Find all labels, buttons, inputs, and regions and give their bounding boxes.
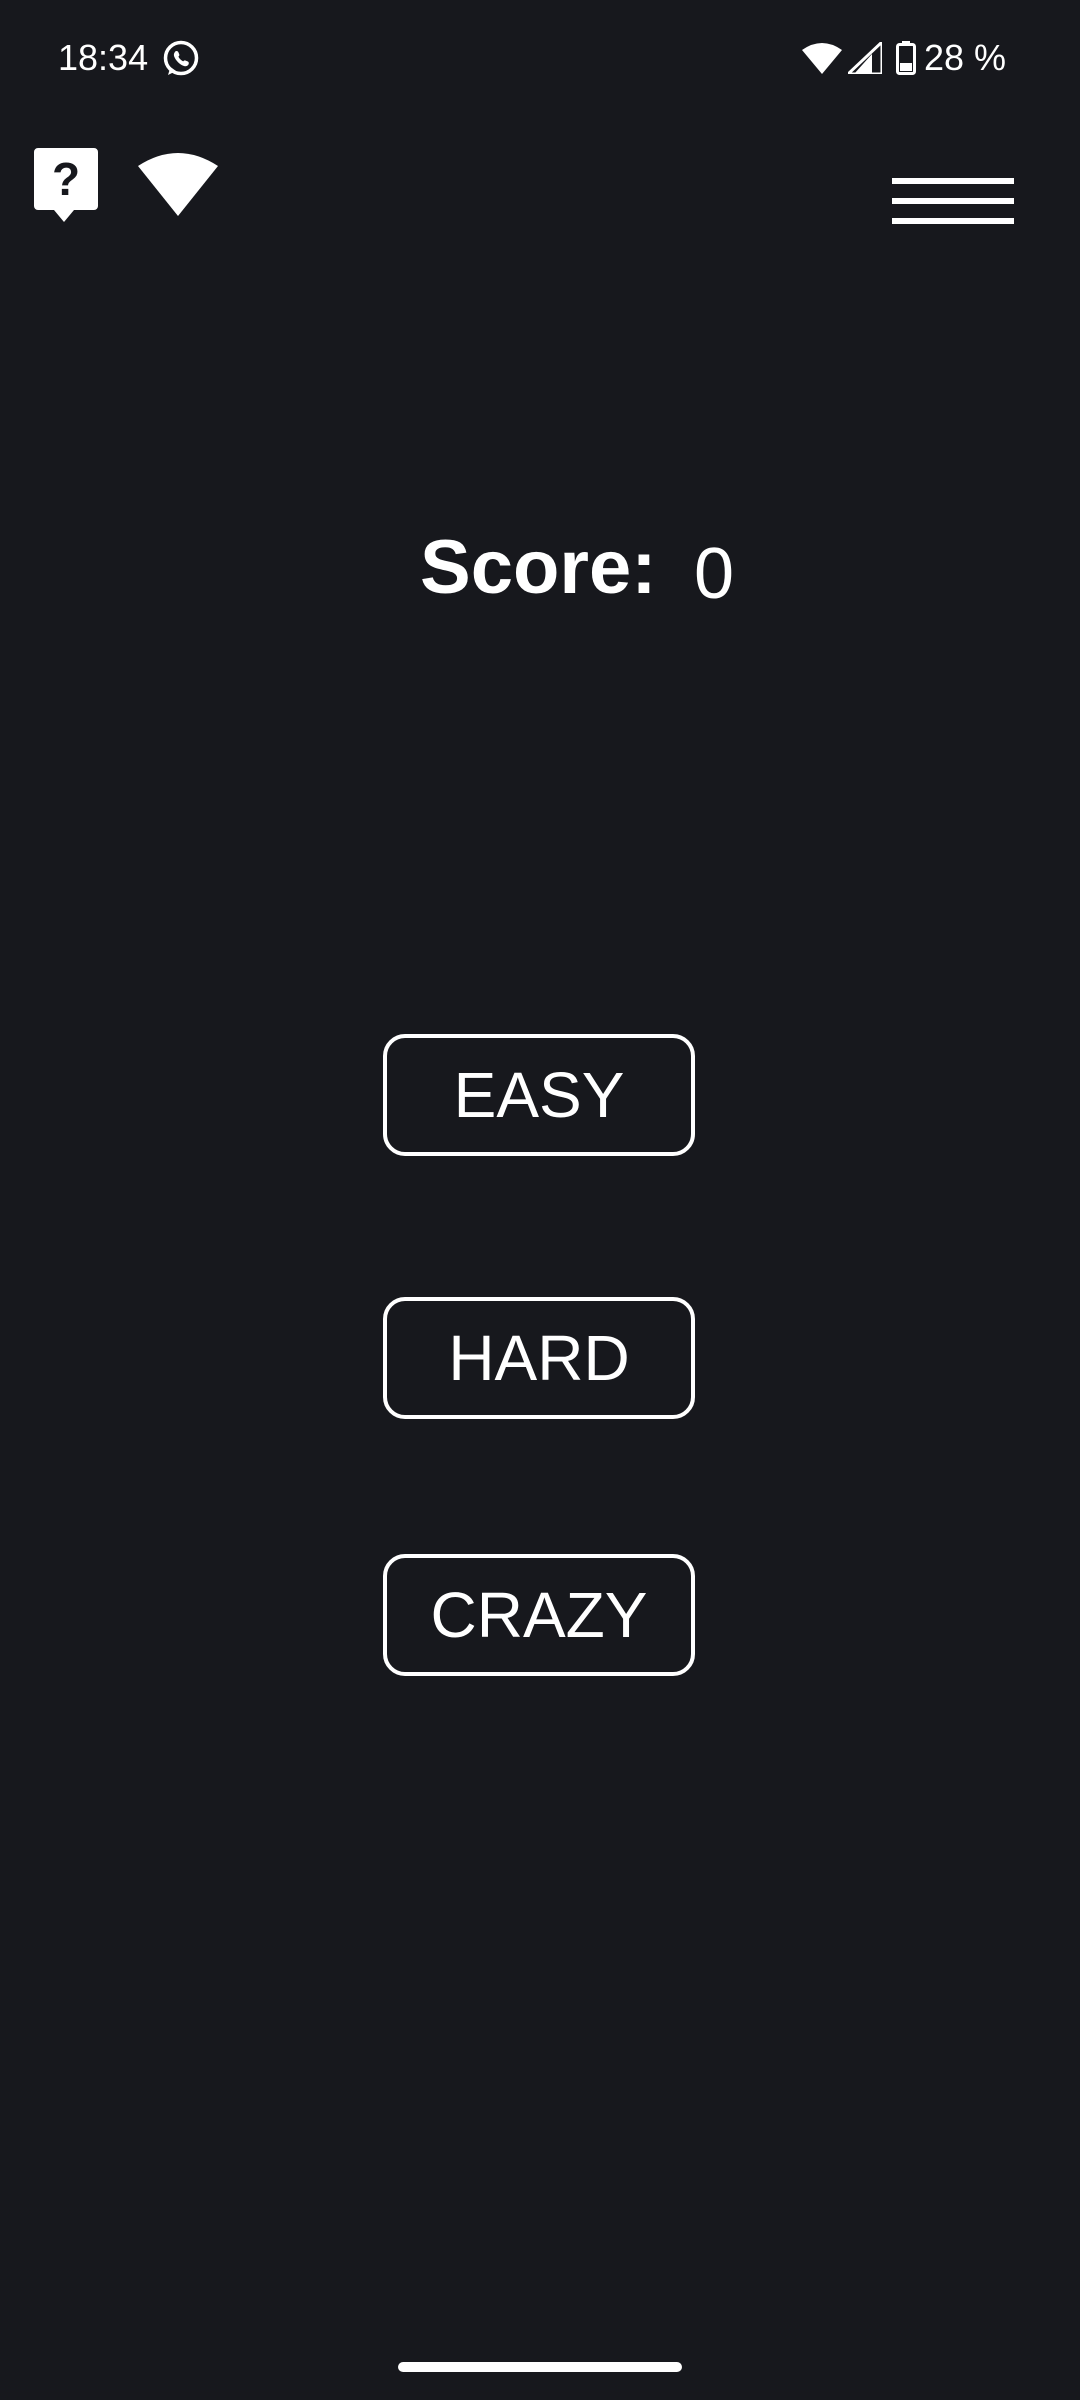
wifi-icon	[801, 42, 842, 74]
home-indicator[interactable]	[398, 2362, 682, 2372]
menu-line	[892, 218, 1014, 224]
whatsapp-icon	[160, 38, 202, 80]
menu-line	[892, 178, 1014, 184]
menu-line	[892, 198, 1014, 204]
status-indicators: 28 %	[801, 36, 1006, 80]
score-label: Score:	[420, 525, 657, 610]
cellular-signal-icon	[847, 42, 882, 74]
wifi-icon[interactable]	[138, 152, 218, 216]
question-bubble-icon[interactable]: ?	[34, 148, 98, 222]
easy-button[interactable]: EASY	[383, 1034, 695, 1156]
status-time: 18:34	[58, 37, 149, 78]
score-value: 0	[694, 534, 735, 614]
crazy-button[interactable]: CRAZY	[383, 1554, 695, 1676]
battery-icon	[895, 41, 916, 75]
battery-percentage: 28 %	[923, 37, 1006, 78]
status-bar: 18:34 28 %	[0, 0, 1080, 120]
hard-button[interactable]: HARD	[383, 1297, 695, 1419]
score-display: Score: 0	[0, 518, 1080, 618]
hamburger-menu-icon[interactable]	[892, 176, 1018, 228]
svg-text:?: ?	[52, 153, 80, 205]
